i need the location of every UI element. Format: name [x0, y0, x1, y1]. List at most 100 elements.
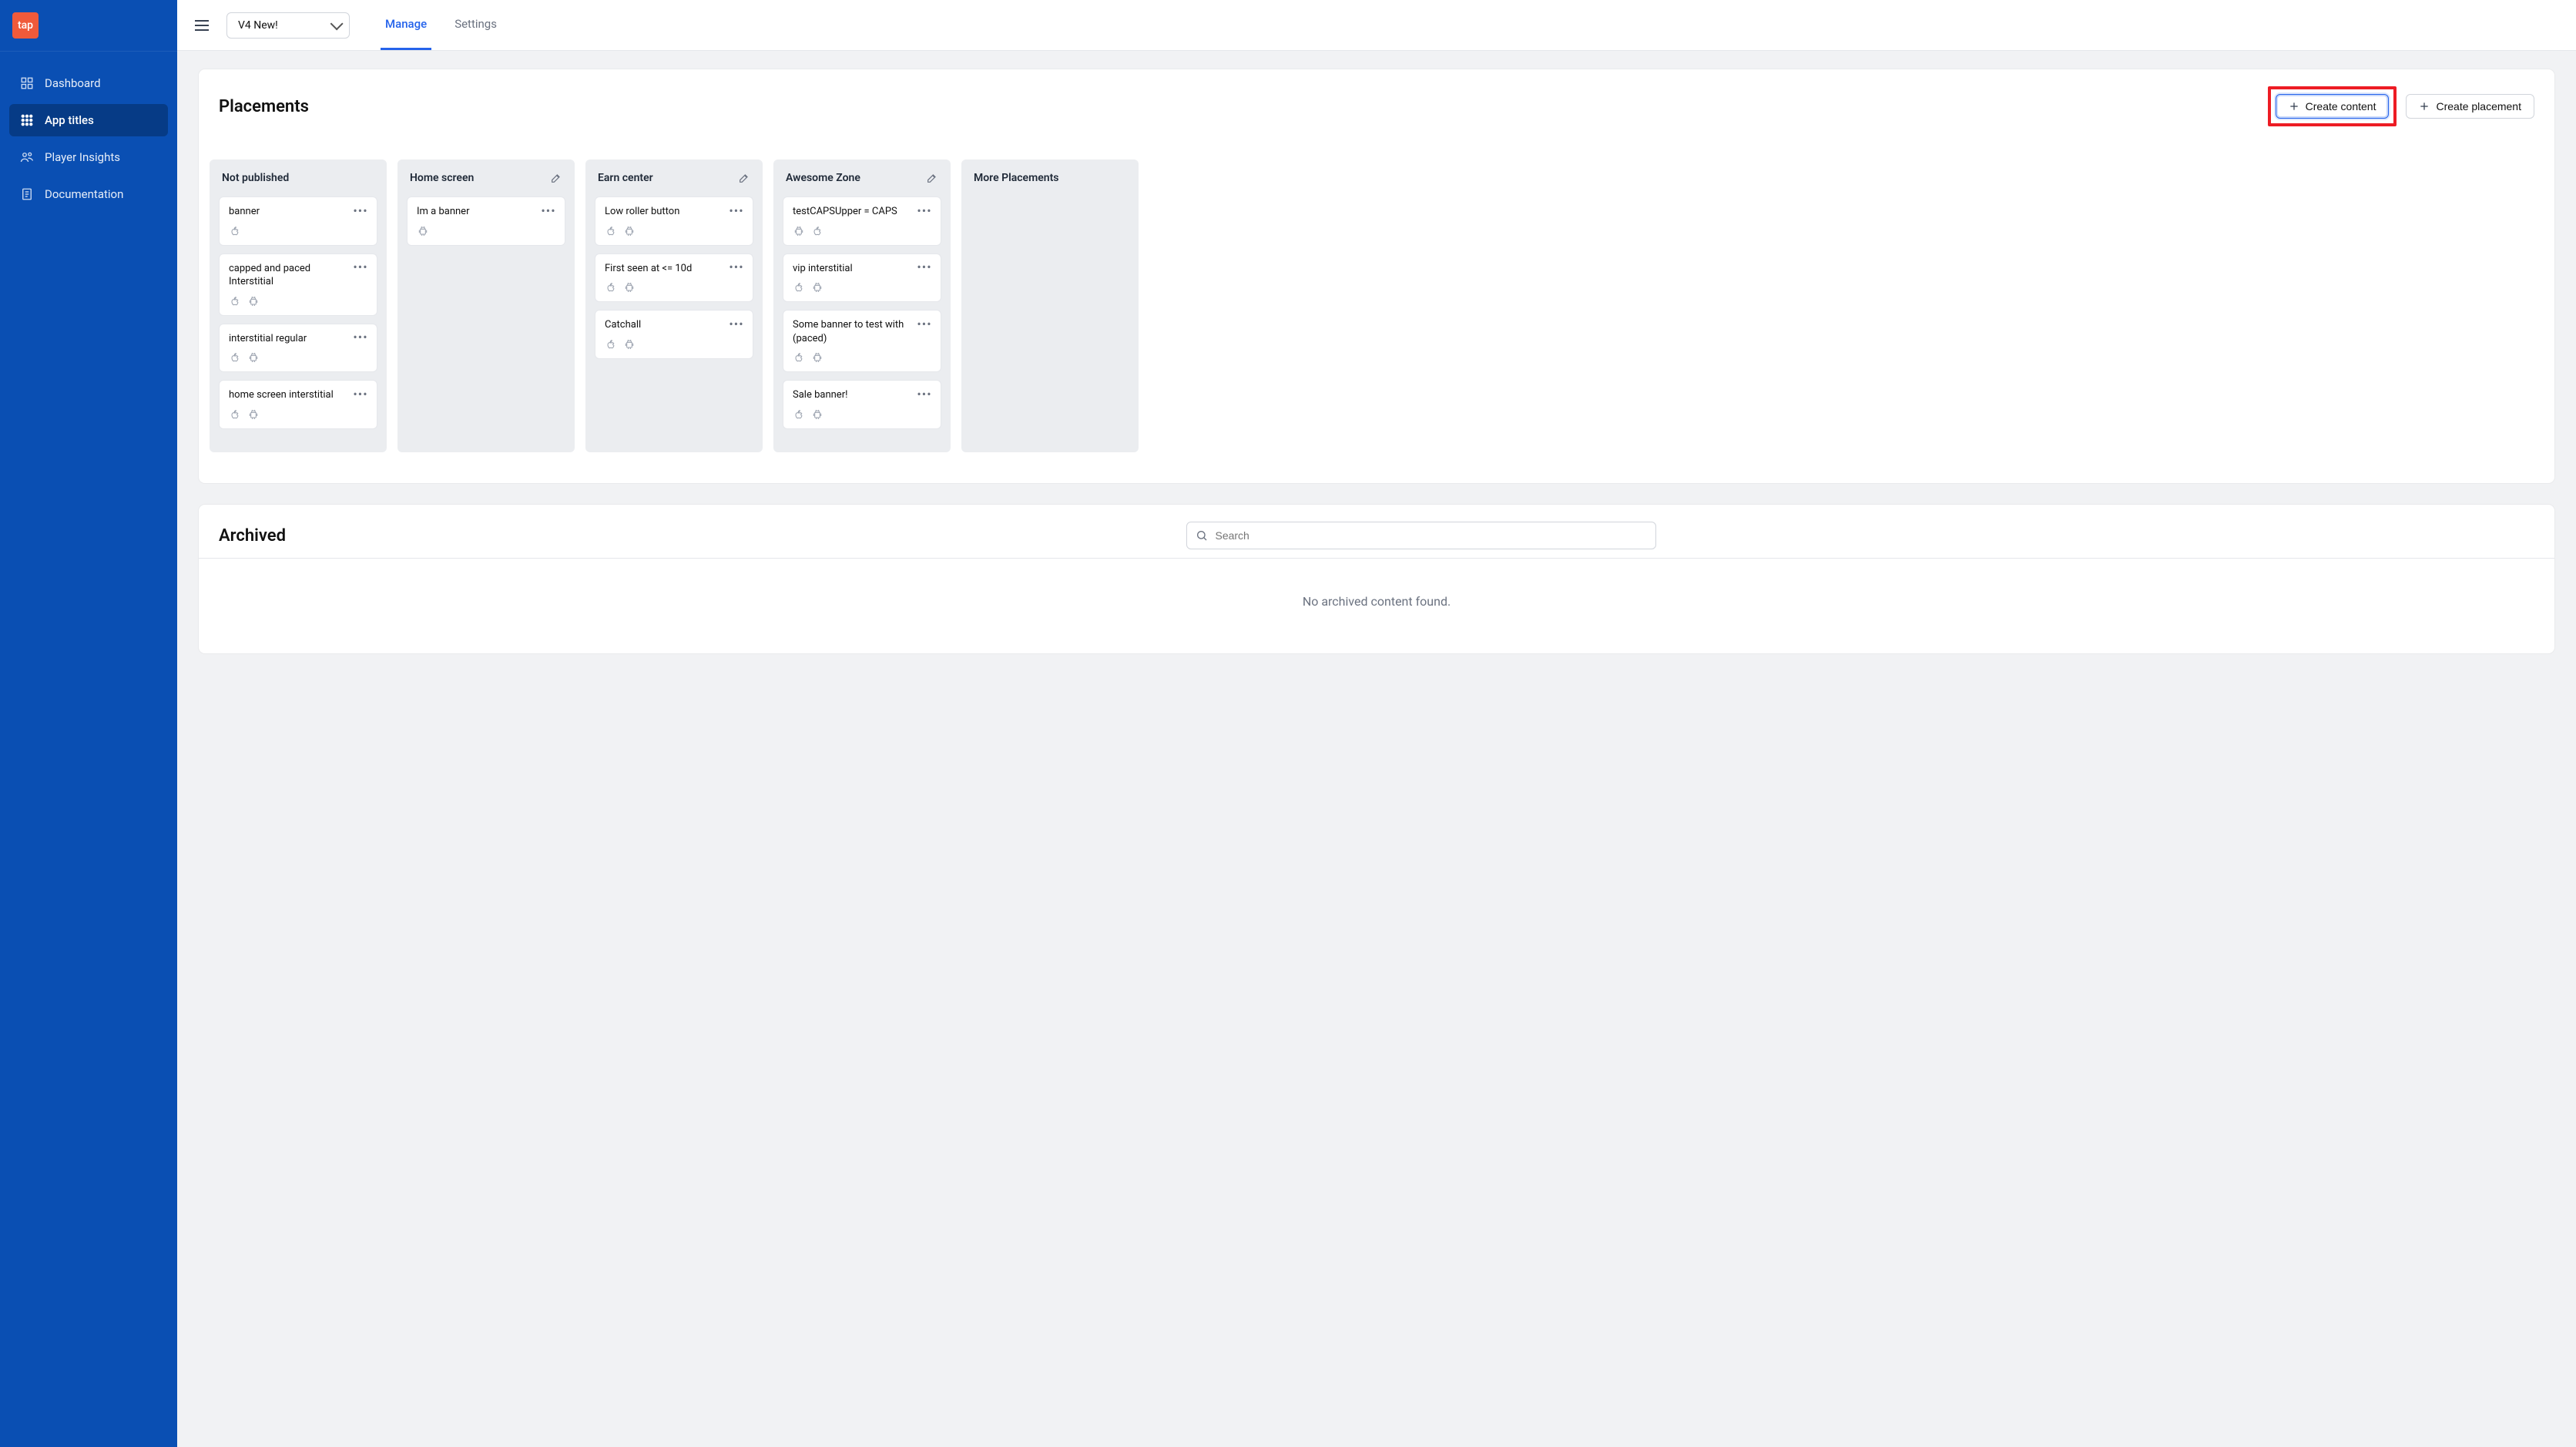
column-title: More Placements [974, 172, 1058, 184]
sidebar-item-player-insights[interactable]: Player Insights [9, 141, 168, 173]
apple-icon [229, 351, 241, 364]
placements-columns: Not publishedbanner•••capped and paced I… [199, 144, 2554, 483]
create-content-button[interactable]: Create content [2276, 94, 2390, 119]
more-icon[interactable]: ••• [917, 318, 931, 329]
item-title: interstitial regular [229, 332, 307, 346]
platform-icons [793, 281, 931, 294]
placement-column: Awesome ZonetestCAPSUpper = CAPS•••vip i… [773, 159, 951, 452]
highlight-create-content: Create content [2268, 86, 2397, 126]
content-item[interactable]: vip interstitial••• [783, 253, 941, 303]
item-row: Low roller button ••• [605, 205, 743, 219]
topbar: V4 New! Manage Settings [177, 0, 2576, 51]
platform-icons [605, 281, 743, 294]
item-title: Low roller button [605, 205, 679, 219]
android-icon [247, 295, 260, 307]
item-row: Sale banner! ••• [793, 388, 931, 402]
archived-card: Archived No archived content found. [199, 505, 2554, 653]
more-icon[interactable]: ••• [917, 262, 931, 273]
sidebar-item-documentation[interactable]: Documentation [9, 178, 168, 210]
logo-container: tap [0, 0, 177, 52]
item-title: testCAPSUpper = CAPS [793, 205, 897, 219]
sidebar-item-label: Documentation [45, 187, 123, 201]
content-item[interactable]: Sale banner! ••• [783, 380, 941, 429]
placements-actions: Create content Create placement [2268, 86, 2534, 126]
content-item[interactable]: First seen at <= 10d ••• [595, 253, 753, 303]
placements-card: Placements Create content Create placeme… [199, 69, 2554, 483]
create-placement-label: Create placement [2436, 100, 2521, 112]
platform-icons [229, 225, 367, 237]
more-icon[interactable]: ••• [917, 205, 931, 216]
item-title: First seen at <= 10d [605, 262, 692, 276]
create-content-label: Create content [2306, 100, 2376, 112]
sidebar-item-dashboard[interactable]: Dashboard [9, 67, 168, 99]
edit-icon[interactable] [738, 172, 750, 184]
content-item[interactable]: Im a banner••• [407, 196, 565, 246]
content-item[interactable]: interstitial regular ••• [219, 324, 377, 373]
content-item[interactable]: testCAPSUpper = CAPS ••• [783, 196, 941, 246]
grid-icon [20, 113, 34, 127]
android-icon [247, 408, 260, 421]
edit-icon[interactable] [550, 172, 562, 184]
sidebar-nav: Dashboard App titles Player Insights Doc… [0, 52, 177, 226]
more-icon[interactable]: ••• [542, 205, 555, 216]
archived-search [1186, 522, 1656, 549]
archived-search-input[interactable] [1186, 522, 1656, 549]
more-icon[interactable]: ••• [354, 388, 367, 399]
item-title: Sale banner! [793, 388, 847, 402]
item-row: Some banner to test with (paced)••• [793, 318, 931, 345]
placement-column: More Placements [961, 159, 1139, 452]
people-icon [20, 150, 34, 164]
content-item[interactable]: capped and paced Interstitial••• [219, 253, 377, 316]
more-icon[interactable]: ••• [354, 262, 367, 273]
apple-icon [605, 338, 617, 351]
platform-icons [605, 338, 743, 351]
content-item[interactable]: Catchall ••• [595, 310, 753, 359]
apple-icon [605, 281, 617, 294]
column-header: Awesome Zone [783, 169, 941, 189]
column-header: Home screen [407, 169, 565, 189]
app-selector[interactable]: V4 New! [226, 12, 350, 39]
more-icon[interactable]: ••• [730, 262, 743, 273]
platform-icons [605, 225, 743, 237]
hamburger-icon[interactable] [193, 16, 211, 35]
content-item[interactable]: Some banner to test with (paced)••• [783, 310, 941, 372]
column-title: Earn center [598, 172, 653, 184]
apple-icon [811, 225, 823, 237]
platform-icons [417, 225, 555, 237]
placement-column: Not publishedbanner•••capped and paced I… [210, 159, 387, 452]
plus-icon [2419, 101, 2430, 112]
platform-icons [793, 408, 931, 421]
more-icon[interactable]: ••• [730, 205, 743, 216]
tab-manage[interactable]: Manage [381, 0, 431, 50]
create-placement-button[interactable]: Create placement [2406, 94, 2534, 119]
android-icon [623, 338, 636, 351]
sidebar: tap Dashboard App titles Player Insights [0, 0, 177, 1447]
tab-settings[interactable]: Settings [450, 0, 501, 50]
main-area: V4 New! Manage Settings Placements Creat… [177, 0, 2576, 1447]
plus-icon [2289, 101, 2299, 112]
placements-header: Placements Create content Create placeme… [199, 69, 2554, 144]
content-item[interactable]: home screen interstitial••• [219, 380, 377, 429]
more-icon[interactable]: ••• [354, 332, 367, 343]
item-row: home screen interstitial••• [229, 388, 367, 402]
archived-title: Archived [219, 526, 286, 546]
platform-icons [229, 295, 367, 307]
brand-logo[interactable]: tap [12, 12, 39, 39]
apple-icon [605, 225, 617, 237]
column-header: Earn center [595, 169, 753, 189]
more-icon[interactable]: ••• [730, 318, 743, 329]
platform-icons [229, 351, 367, 364]
content-item[interactable]: banner ••• [219, 196, 377, 246]
more-icon[interactable]: ••• [917, 388, 931, 399]
sidebar-item-app-titles[interactable]: App titles [9, 104, 168, 136]
column-title: Awesome Zone [786, 172, 860, 184]
edit-icon[interactable] [926, 172, 938, 184]
item-row: capped and paced Interstitial••• [229, 262, 367, 289]
item-title: banner [229, 205, 260, 219]
content-item[interactable]: Low roller button ••• [595, 196, 753, 246]
more-icon[interactable]: ••• [354, 205, 367, 216]
android-icon [811, 281, 823, 294]
apple-icon [793, 281, 805, 294]
item-title: Catchall [605, 318, 641, 332]
apple-icon [229, 408, 241, 421]
